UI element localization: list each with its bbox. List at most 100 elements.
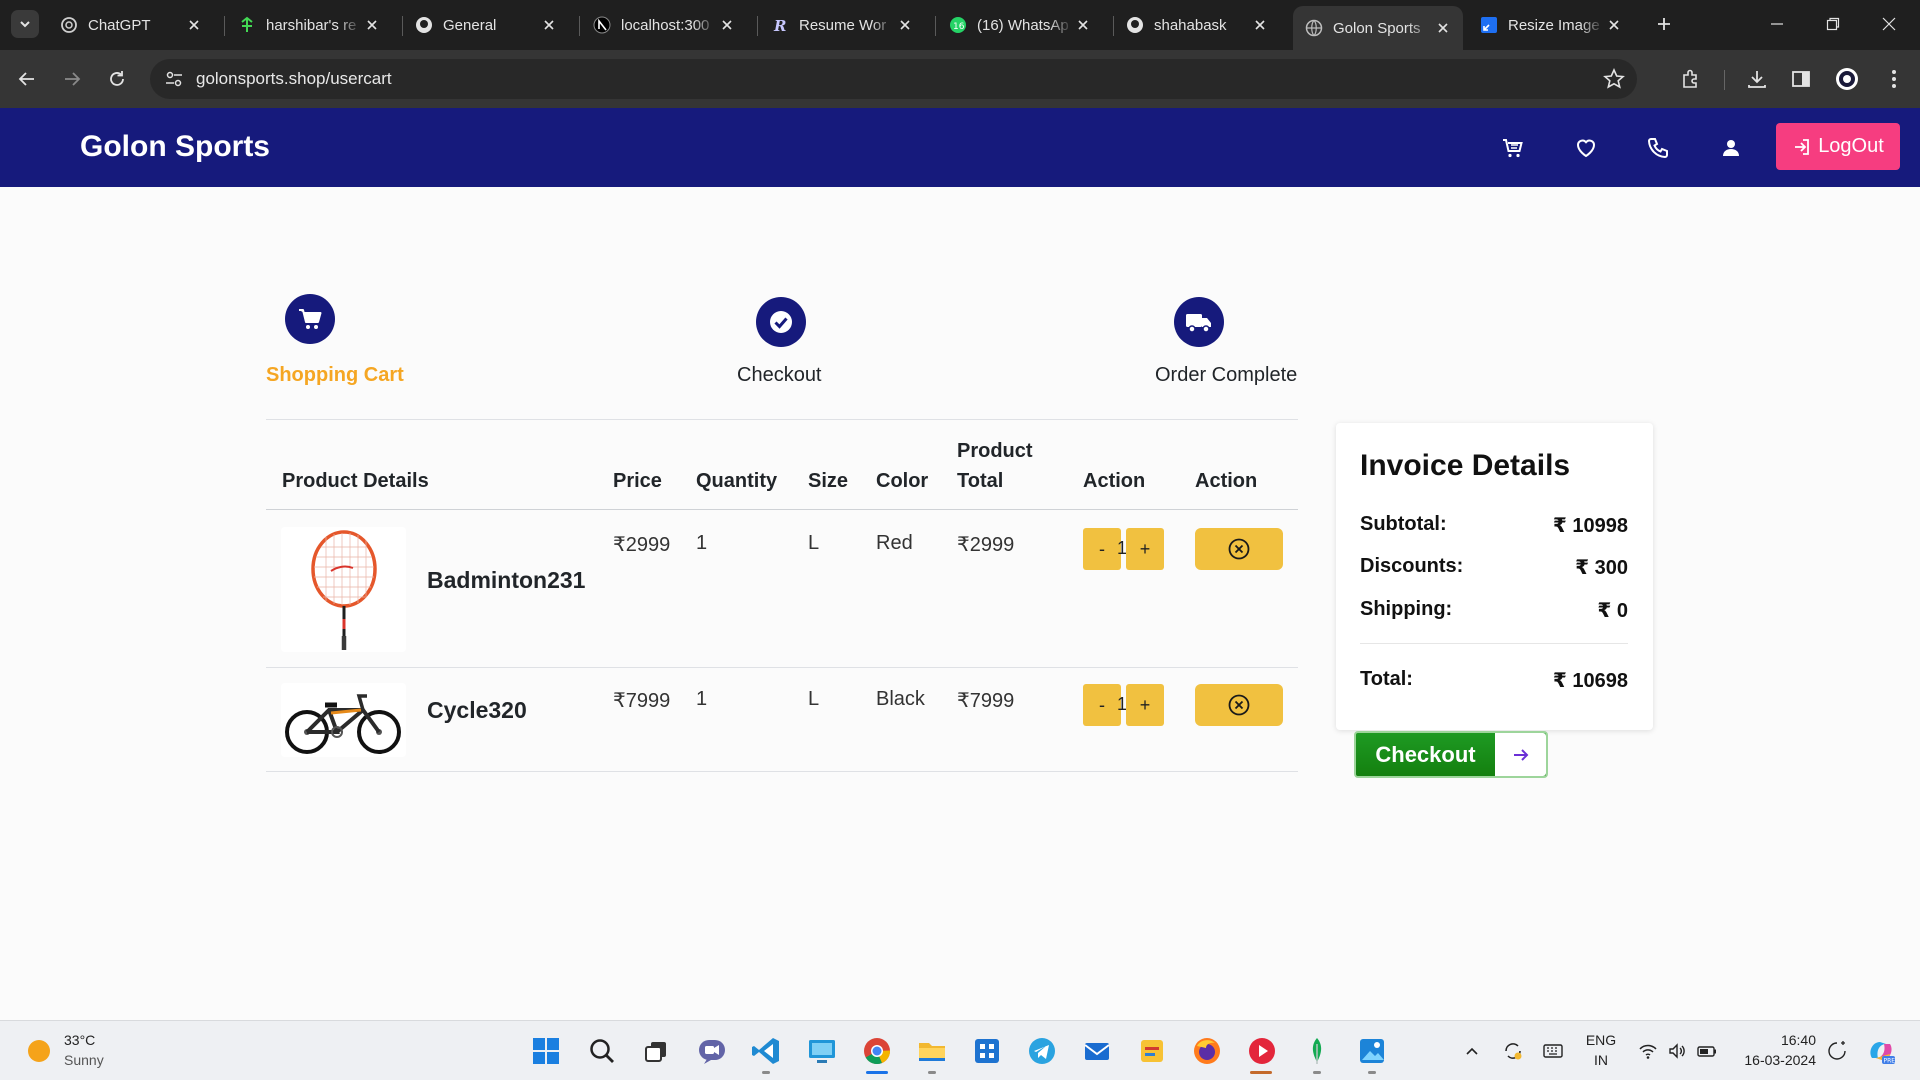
checkout-button[interactable]: Checkout bbox=[1354, 731, 1548, 778]
address-bar[interactable]: golonsports.shop/usercart bbox=[150, 59, 1637, 99]
tab-resize-image[interactable]: Resize Image bbox=[1468, 7, 1634, 43]
weather-temperature[interactable]: 33°C bbox=[64, 1032, 95, 1048]
chevron-up-icon[interactable] bbox=[1456, 1035, 1488, 1067]
side-panel-button[interactable] bbox=[1788, 66, 1814, 92]
extensions-button[interactable] bbox=[1678, 66, 1704, 92]
subtotal-label: Subtotal: bbox=[1360, 513, 1447, 535]
heart-icon[interactable] bbox=[1573, 135, 1599, 161]
language-indicator[interactable]: ENG bbox=[1580, 1032, 1622, 1048]
close-tab-icon[interactable] bbox=[717, 15, 737, 35]
logout-button[interactable]: LogOut bbox=[1776, 123, 1900, 170]
increase-quantity-button[interactable]: + bbox=[1126, 528, 1164, 570]
tab-harshibar[interactable]: harshibar's re bbox=[226, 7, 392, 43]
task-view-icon[interactable] bbox=[640, 1035, 672, 1067]
wifi-icon[interactable] bbox=[1632, 1035, 1664, 1067]
volume-icon[interactable] bbox=[1661, 1035, 1693, 1067]
close-tab-icon[interactable] bbox=[1433, 18, 1453, 38]
region-indicator[interactable]: IN bbox=[1580, 1052, 1622, 1068]
checkout-label: Checkout bbox=[1375, 741, 1476, 767]
downloads-button[interactable] bbox=[1744, 66, 1770, 92]
increase-quantity-button[interactable]: + bbox=[1126, 684, 1164, 726]
media-player-icon[interactable] bbox=[1246, 1035, 1278, 1067]
tab-shahabask[interactable]: shahabask bbox=[1114, 7, 1280, 43]
url-text[interactable]: golonsports.shop/usercart bbox=[196, 69, 392, 89]
photos-icon[interactable] bbox=[1356, 1035, 1388, 1067]
user-icon[interactable] bbox=[1718, 135, 1744, 161]
close-tab-icon[interactable] bbox=[1250, 15, 1270, 35]
invoice-card: Invoice Details Subtotal: ₹ 10998 Discou… bbox=[1336, 423, 1653, 730]
profile-button[interactable] bbox=[1834, 66, 1860, 92]
telegram-icon[interactable] bbox=[1026, 1035, 1058, 1067]
vscode-icon[interactable] bbox=[750, 1035, 782, 1067]
site-info-icon[interactable] bbox=[164, 69, 184, 89]
tab-localhost[interactable]: localhost:300 bbox=[581, 7, 747, 43]
windows-start-icon[interactable] bbox=[530, 1035, 562, 1067]
ms-store-icon[interactable] bbox=[971, 1035, 1003, 1067]
close-tab-icon[interactable] bbox=[1073, 15, 1093, 35]
restore-button[interactable] bbox=[1810, 10, 1856, 38]
tab-general[interactable]: General bbox=[403, 7, 569, 43]
header-action-remove: Action bbox=[1195, 470, 1258, 492]
mail-icon[interactable] bbox=[1081, 1035, 1113, 1067]
step-label-order-complete[interactable]: Order Complete bbox=[1155, 364, 1297, 387]
focus-assist-icon[interactable] bbox=[1821, 1035, 1853, 1067]
browser-menu-button[interactable] bbox=[1881, 66, 1907, 92]
step-label-checkout[interactable]: Checkout bbox=[737, 364, 822, 387]
svg-text:R: R bbox=[773, 17, 786, 34]
back-button[interactable] bbox=[11, 63, 43, 95]
github-icon bbox=[1126, 16, 1144, 34]
clock-time[interactable]: 16:40 bbox=[1732, 1032, 1816, 1048]
close-tab-icon[interactable] bbox=[895, 15, 915, 35]
close-tab-icon[interactable] bbox=[184, 15, 204, 35]
tab-search-button[interactable] bbox=[11, 10, 39, 38]
tab-chatgpt[interactable]: ChatGPT bbox=[48, 7, 214, 43]
new-tab-button[interactable] bbox=[1652, 12, 1676, 36]
weather-condition[interactable]: Sunny bbox=[64, 1052, 104, 1068]
sunny-icon[interactable] bbox=[28, 1040, 50, 1062]
clock-date[interactable]: 16-03-2024 bbox=[1732, 1052, 1816, 1068]
product-size: L bbox=[808, 532, 820, 554]
arrow-right-icon bbox=[1495, 733, 1546, 776]
step-label-shopping-cart[interactable]: Shopping Cart bbox=[266, 364, 404, 387]
product-image-badminton[interactable] bbox=[281, 527, 406, 652]
toolbar-divider bbox=[1724, 70, 1725, 90]
reload-button[interactable] bbox=[101, 63, 133, 95]
file-explorer-icon[interactable] bbox=[916, 1035, 948, 1067]
remove-circle-icon bbox=[1228, 538, 1250, 560]
forward-button[interactable] bbox=[56, 63, 88, 95]
product-image-cycle[interactable] bbox=[281, 683, 406, 757]
remove-item-button[interactable] bbox=[1195, 684, 1283, 726]
brand-logo[interactable]: Golon Sports bbox=[80, 130, 270, 164]
remote-desktop-icon[interactable] bbox=[806, 1035, 838, 1067]
keyboard-icon[interactable] bbox=[1537, 1035, 1569, 1067]
remove-item-button[interactable] bbox=[1195, 528, 1283, 570]
teams-chat-icon[interactable] bbox=[696, 1035, 728, 1067]
product-name[interactable]: Badminton231 bbox=[427, 567, 585, 594]
close-tab-icon[interactable] bbox=[1604, 15, 1624, 35]
notes-icon[interactable] bbox=[1136, 1035, 1168, 1067]
chrome-icon[interactable] bbox=[861, 1035, 893, 1067]
tab-resume-worded[interactable]: R Resume Wor bbox=[759, 7, 925, 43]
cart-icon[interactable] bbox=[1500, 135, 1526, 161]
tab-separator bbox=[579, 16, 580, 36]
phone-icon[interactable] bbox=[1645, 135, 1671, 161]
firefox-icon[interactable] bbox=[1191, 1035, 1223, 1067]
bookmark-star-icon[interactable] bbox=[1603, 68, 1625, 90]
decrease-quantity-button[interactable]: - bbox=[1083, 528, 1121, 570]
product-name[interactable]: Cycle320 bbox=[427, 697, 527, 724]
minimize-button[interactable] bbox=[1754, 10, 1800, 38]
download-icon bbox=[1748, 71, 1766, 88]
copilot-icon[interactable]: PRE bbox=[1865, 1035, 1897, 1067]
invoice-total-row: Total: ₹ 10698 bbox=[1360, 668, 1628, 693]
close-tab-icon[interactable] bbox=[539, 15, 559, 35]
tab-whatsapp[interactable]: 16 (16) WhatsAp bbox=[937, 7, 1103, 43]
mongodb-icon[interactable] bbox=[1301, 1035, 1333, 1067]
close-window-button[interactable] bbox=[1866, 10, 1912, 38]
battery-icon[interactable] bbox=[1691, 1035, 1723, 1067]
sync-icon[interactable] bbox=[1497, 1035, 1529, 1067]
search-icon[interactable] bbox=[586, 1035, 618, 1067]
row-divider bbox=[266, 667, 1298, 668]
tab-golon-sports[interactable]: Golon Sports bbox=[1293, 6, 1463, 50]
decrease-quantity-button[interactable]: - bbox=[1083, 684, 1121, 726]
close-tab-icon[interactable] bbox=[362, 15, 382, 35]
